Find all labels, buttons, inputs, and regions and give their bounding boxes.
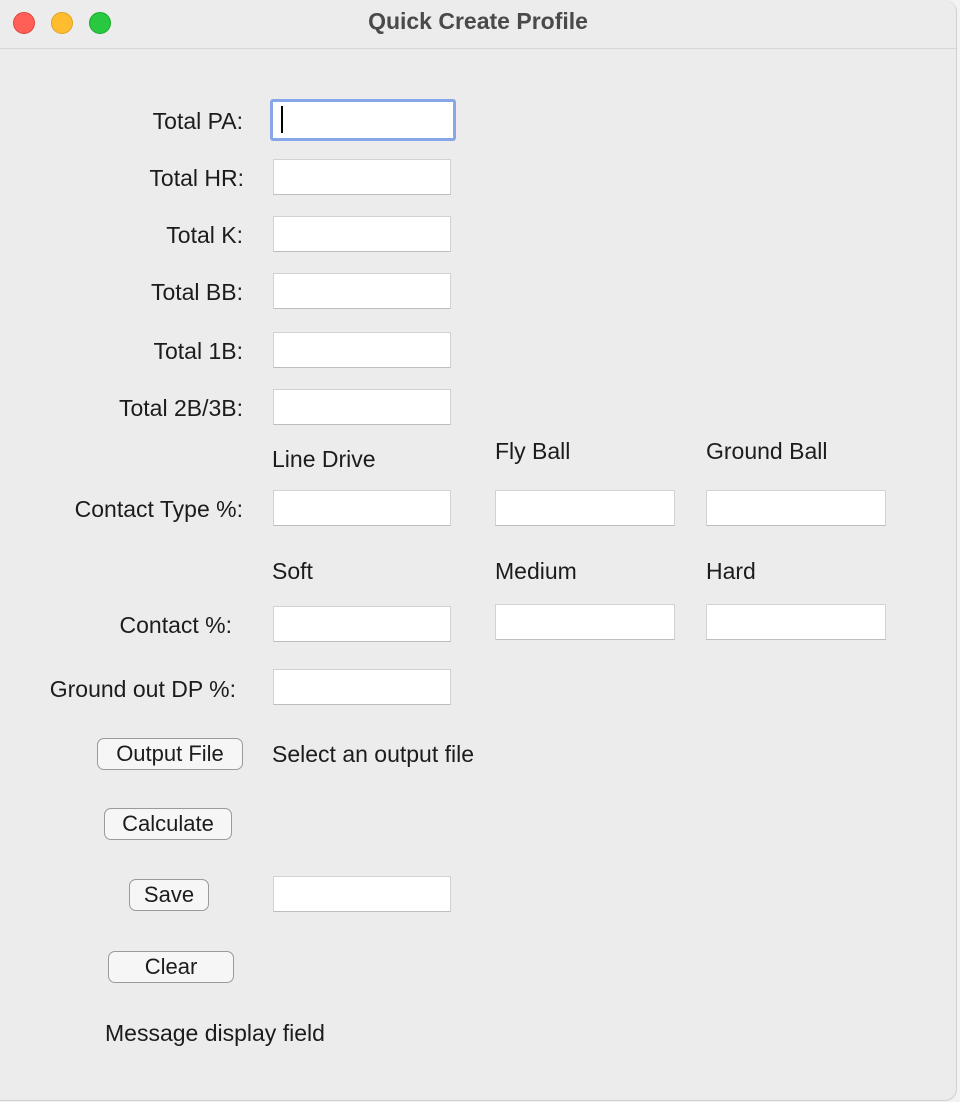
total-k-label: Total K:	[166, 222, 243, 248]
ground-ball-header: Ground Ball	[706, 438, 828, 464]
save-button[interactable]: Save	[129, 879, 209, 911]
total-pa-input[interactable]	[270, 99, 456, 141]
contact-label: Contact %:	[119, 612, 233, 638]
ground-out-dp-label: Ground out DP %:	[49, 676, 236, 702]
total-pa-label: Total PA:	[152, 108, 243, 134]
total-k-input[interactable]	[273, 216, 451, 252]
ground-ball-input[interactable]	[706, 490, 886, 526]
total-1b-label: Total 1B:	[153, 338, 244, 364]
calculate-button[interactable]: Calculate	[104, 808, 232, 840]
medium-header: Medium	[495, 558, 577, 584]
text-caret	[281, 106, 283, 133]
total-bb-label: Total BB:	[150, 279, 243, 305]
total-bb-input[interactable]	[273, 273, 451, 309]
total-hr-label: Total HR:	[149, 165, 244, 191]
hard-header: Hard	[706, 558, 756, 584]
output-file-status: Select an output file	[272, 741, 475, 767]
soft-input[interactable]	[273, 606, 451, 642]
output-file-button[interactable]: Output File	[97, 738, 243, 770]
save-name-input[interactable]	[273, 876, 451, 912]
window-title: Quick Create Profile	[368, 8, 588, 34]
app-window: Quick Create Profile Total PA: Total HR:…	[0, 0, 957, 1101]
line-drive-input[interactable]	[273, 490, 451, 526]
total-1b-input[interactable]	[273, 332, 451, 368]
medium-input[interactable]	[495, 604, 675, 640]
hard-input[interactable]	[706, 604, 886, 640]
fly-ball-header: Fly Ball	[495, 438, 571, 464]
total-2b3b-input[interactable]	[273, 389, 451, 425]
contact-type-label: Contact Type %:	[74, 496, 243, 522]
ground-out-dp-input[interactable]	[273, 669, 451, 705]
total-hr-input[interactable]	[273, 159, 451, 195]
title-bar: Quick Create Profile	[0, 0, 956, 49]
total-2b3b-label: Total 2B/3B:	[118, 395, 243, 421]
message-display: Message display field	[105, 1020, 325, 1046]
line-drive-header: Line Drive	[272, 446, 376, 472]
soft-header: Soft	[272, 558, 313, 584]
clear-button[interactable]: Clear	[108, 951, 234, 983]
fly-ball-input[interactable]	[495, 490, 675, 526]
